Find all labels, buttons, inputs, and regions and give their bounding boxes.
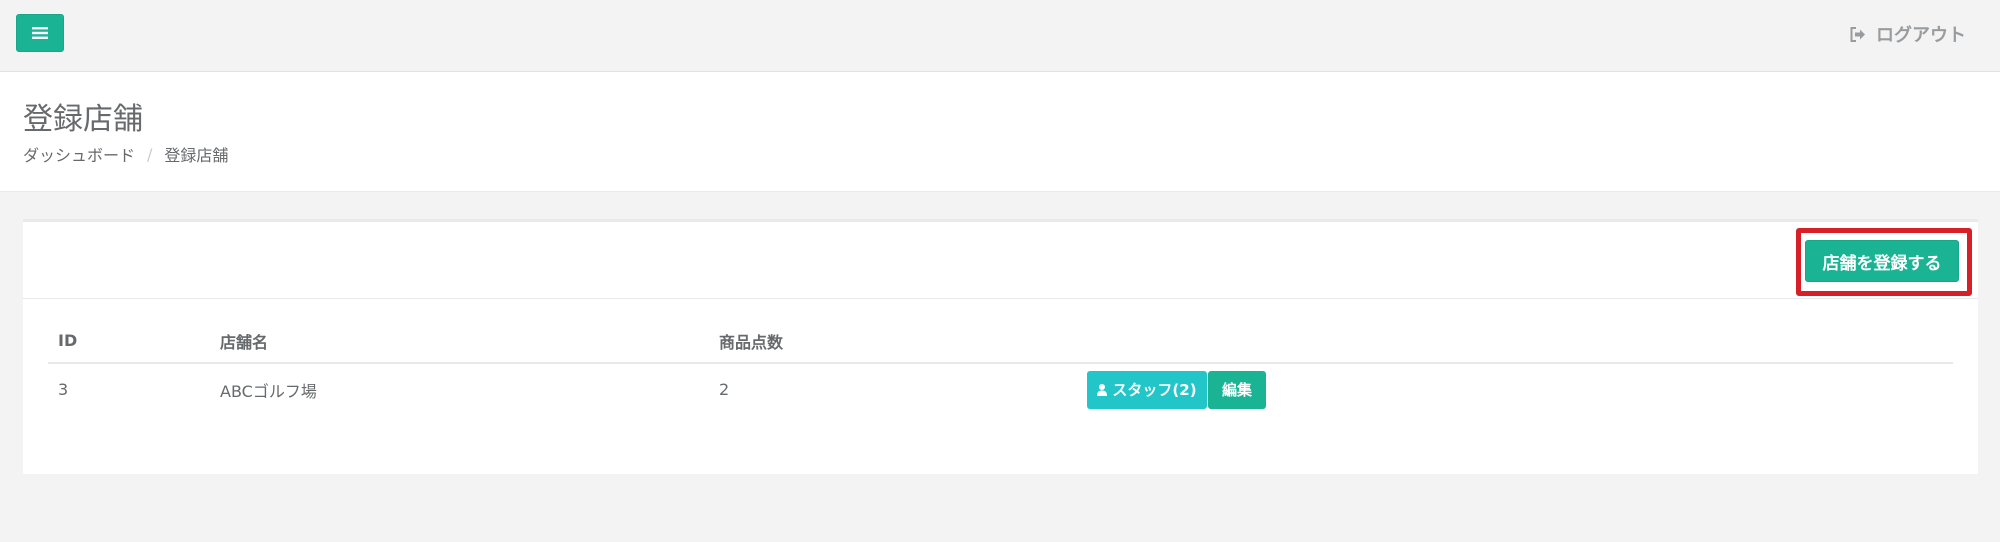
add-store-button[interactable]: 店舗を登録する (1805, 240, 1959, 282)
breadcrumb: ダッシュボード / 登録店舗 (23, 142, 228, 166)
page-heading: 登録店舗 ダッシュボード / 登録店舗 (0, 72, 2000, 192)
cell-id: 3 (58, 380, 69, 399)
breadcrumb-dashboard-link[interactable]: ダッシュボード (23, 142, 135, 166)
cell-store-name: ABCゴルフ場 (220, 381, 317, 401)
sign-out-icon (1850, 26, 1865, 42)
stores-table: ID 店舗名 商品点数 3 ABCゴルフ場 2 スタッフ(2) 編集 (48, 319, 1953, 415)
column-header-product-count: 商品点数 (709, 319, 1077, 364)
column-header-store-name: 店舗名 (210, 319, 709, 364)
staff-button-label: スタッフ(2) (1112, 381, 1197, 399)
stores-panel: 店舗を登録する ID 店舗名 商品点数 3 ABCゴルフ場 2 スタッフ(2) … (23, 219, 1978, 474)
column-header-actions (1077, 319, 1953, 364)
breadcrumb-current: 登録店舗 (164, 146, 229, 165)
menu-toggle-button[interactable] (16, 14, 64, 52)
table-row: 3 ABCゴルフ場 2 スタッフ(2) 編集 (48, 363, 1953, 415)
breadcrumb-separator: / (147, 144, 153, 164)
column-header-id: ID (48, 319, 210, 364)
edit-button[interactable]: 編集 (1208, 370, 1266, 409)
cell-actions: スタッフ(2) 編集 (1077, 363, 1953, 415)
staff-button[interactable]: スタッフ(2) (1087, 370, 1207, 409)
table-header-row: ID 店舗名 商品点数 (48, 319, 1953, 364)
logout-label: ログアウト (1876, 25, 1966, 46)
user-icon (1097, 383, 1108, 396)
page-title: 登録店舗 (23, 102, 143, 137)
top-navbar: ログアウト (0, 0, 2000, 72)
hamburger-icon (32, 27, 48, 39)
cell-product-count: 2 (719, 380, 730, 399)
panel-header: 店舗を登録する (23, 222, 1978, 299)
logout-link[interactable]: ログアウト (1850, 20, 1966, 48)
